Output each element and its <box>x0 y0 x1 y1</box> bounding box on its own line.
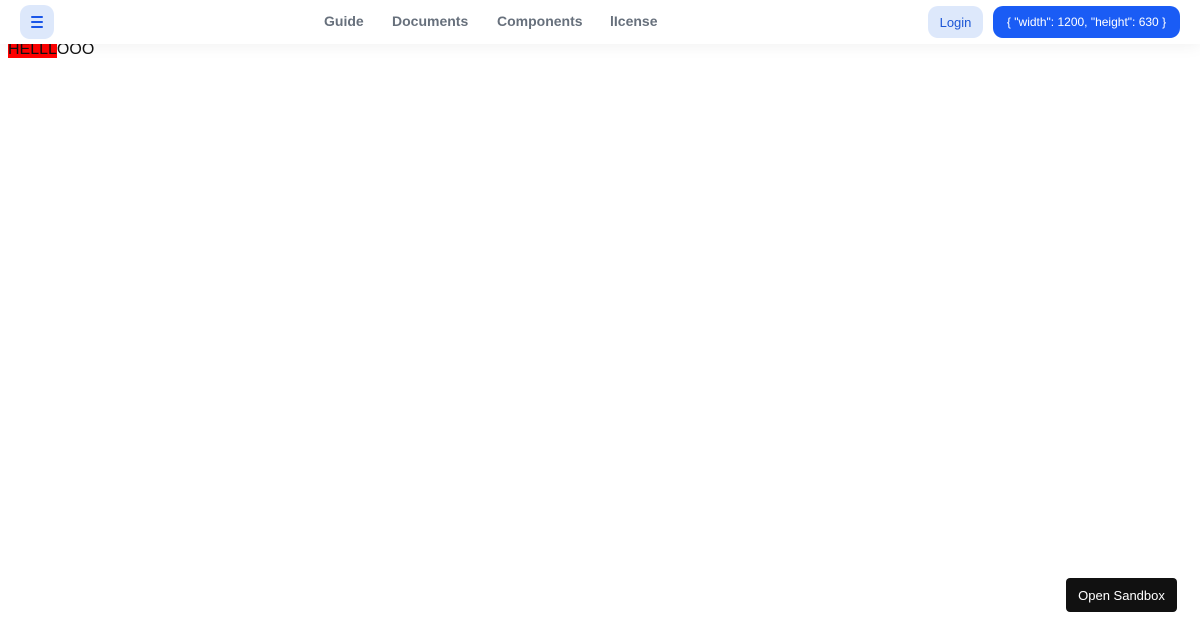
open-sandbox-button[interactable]: Open Sandbox <box>1066 578 1177 612</box>
nav-link-documents[interactable]: Documents <box>392 0 468 42</box>
nav-link-license[interactable]: lIcense <box>610 0 657 42</box>
nav-link-guide[interactable]: Guide <box>324 0 364 42</box>
menu-button[interactable] <box>20 5 54 39</box>
dimensions-button[interactable]: { "width": 1200, "height": 630 } <box>993 6 1180 38</box>
top-navigation-bar: Guide Documents Components lIcense Login… <box>0 0 1200 44</box>
login-button[interactable]: Login <box>928 6 983 38</box>
nav-link-components[interactable]: Components <box>497 0 583 42</box>
hamburger-menu-icon <box>31 16 43 18</box>
